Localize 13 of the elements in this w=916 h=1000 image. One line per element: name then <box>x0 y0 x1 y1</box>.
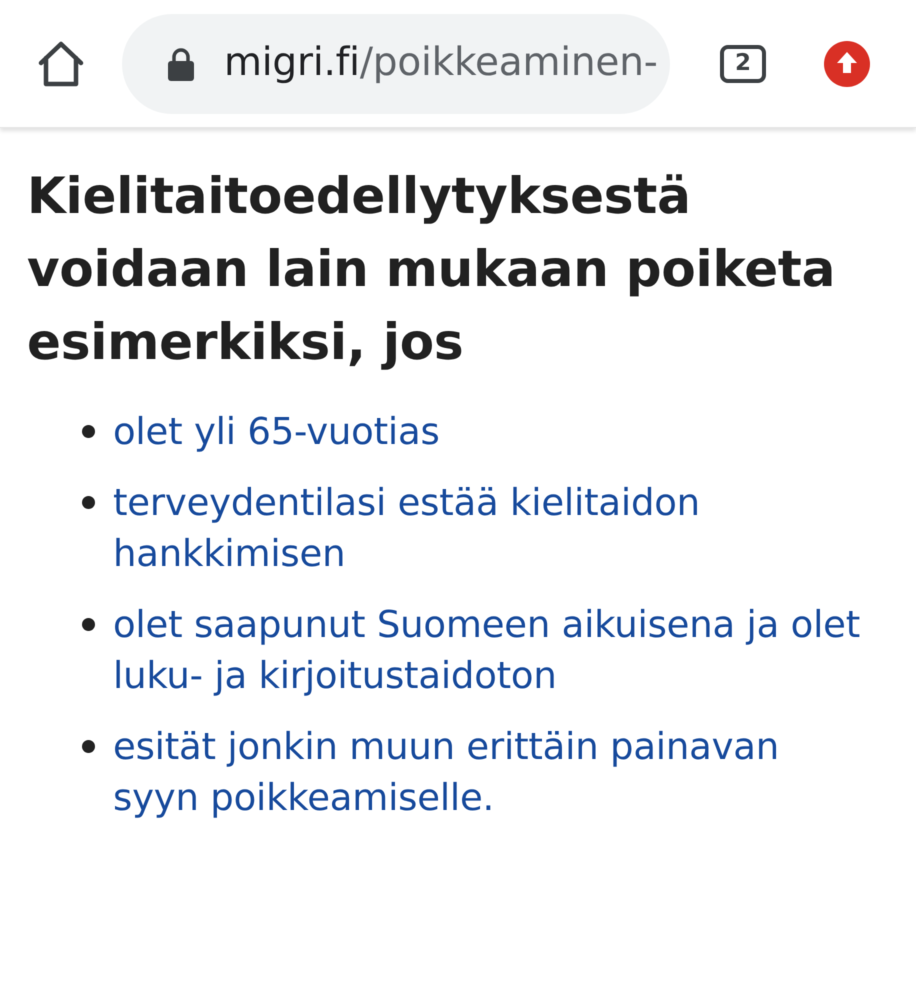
list-item-text: olet yli 65-vuotias <box>113 409 441 455</box>
bullet-icon <box>82 740 95 753</box>
bullet-icon <box>82 425 95 438</box>
address-bar[interactable]: migri.fi/poikkeaminen- <box>122 14 670 114</box>
home-icon[interactable] <box>36 38 86 88</box>
bullet-icon <box>82 618 95 631</box>
url-text: migri.fi/poikkeaminen- <box>224 39 658 88</box>
list-item-text: terveydentilasi estää kielitaidon hankkimisen <box>113 480 701 577</box>
tab-switcher-button[interactable]: 2 <box>720 44 766 82</box>
page-heading: Kielitaitoedellytyksestä voidaan lain mukaan poiketa esimerkiksi, jos <box>27 166 836 373</box>
list-item-text: olet saapunut Suomeen aikuisena ja olet luku- ja kirjoitustaidoton <box>113 602 862 699</box>
list-item-text: esität jonkin muun erittäin painavan syyn poikkeamiselle. <box>113 724 780 821</box>
bullet-icon <box>82 496 95 509</box>
